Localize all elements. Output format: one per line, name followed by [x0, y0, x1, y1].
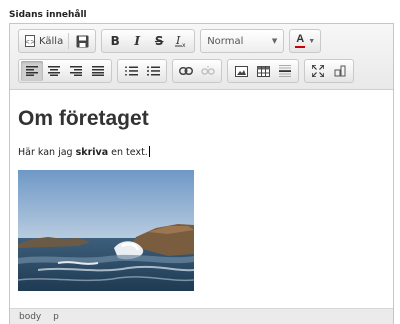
align-center-icon: [48, 66, 60, 76]
element-path-item[interactable]: p: [53, 312, 59, 322]
table-icon: [256, 65, 270, 77]
text-color-button[interactable]: A ▼: [292, 31, 318, 51]
toolbar-group-tools: [304, 59, 354, 83]
content-paragraph[interactable]: Här kan jag skriva en text.: [18, 146, 150, 158]
table-button[interactable]: [252, 61, 274, 81]
toolbar-group-insert: [227, 59, 299, 83]
align-right-icon: [70, 66, 82, 76]
toolbar-group-basic-styles: B I S Ix: [101, 29, 196, 53]
chevron-down-icon: ▼: [308, 37, 316, 45]
separator: [68, 33, 70, 49]
bulleted-list-button[interactable]: [142, 61, 164, 81]
show-blocks-icon: [334, 65, 346, 77]
remove-format-button[interactable]: Ix: [170, 31, 192, 51]
paragraph-text-end: en text.: [108, 147, 148, 158]
bold-icon: B: [110, 34, 120, 48]
element-path-bar: body p: [10, 308, 393, 324]
format-dropdown[interactable]: Normal ▼: [200, 29, 285, 53]
numbered-list-icon: [124, 66, 138, 76]
field-label: Sidans innehåll: [9, 10, 87, 20]
paragraph-bold-text: skriva: [75, 147, 109, 158]
show-blocks-button[interactable]: [329, 61, 351, 81]
align-center-button[interactable]: [43, 61, 65, 81]
strikethrough-button[interactable]: S: [148, 31, 170, 51]
align-left-button[interactable]: [21, 61, 43, 81]
chevron-down-icon: ▼: [271, 37, 278, 45]
editor-content[interactable]: Om företaget Här kan jag skriva en text.: [10, 90, 393, 309]
source-button[interactable]: <> Källa: [21, 31, 66, 51]
maximize-icon: [312, 65, 324, 77]
text-cursor: [148, 146, 150, 157]
bulleted-list-icon: [146, 66, 160, 76]
toolbar-group-document: <> Källa: [18, 29, 97, 53]
element-path-item[interactable]: body: [19, 312, 41, 322]
unlink-icon: [201, 66, 215, 76]
justify-button[interactable]: [87, 61, 109, 81]
horizontal-line-icon: [279, 65, 291, 77]
toolbar-group-colors: A ▼: [289, 29, 322, 53]
toolbar-row-1: <> Källa B I S Ix Normal ▼ A ▼: [18, 29, 326, 53]
toolbar-group-align: [18, 59, 112, 83]
remove-format-icon: Ix: [174, 34, 188, 48]
bold-button[interactable]: B: [104, 31, 126, 51]
rich-text-editor: <> Källa B I S Ix Normal ▼ A ▼ Om företa…: [9, 23, 394, 324]
editor-toolbar: <> Källa B I S Ix Normal ▼ A ▼: [10, 24, 393, 90]
source-icon: <>: [24, 35, 36, 47]
text-color-icon: A: [295, 34, 306, 48]
svg-text:x: x: [182, 42, 186, 48]
content-image[interactable]: [18, 170, 194, 291]
toolbar-group-lists: [117, 59, 167, 83]
italic-button[interactable]: I: [126, 31, 148, 51]
source-label: Källa: [39, 35, 64, 47]
toolbar-row-2: [18, 59, 359, 83]
justify-icon: [92, 66, 104, 76]
toolbar-group-links: [172, 59, 222, 83]
svg-text:<>: <>: [24, 38, 36, 46]
link-button[interactable]: [175, 61, 197, 81]
paragraph-text-start: Här kan jag: [18, 147, 76, 158]
content-heading[interactable]: Om företaget: [18, 107, 149, 131]
horizontal-line-button[interactable]: [274, 61, 296, 81]
strikethrough-icon: S: [154, 34, 164, 48]
svg-text:I: I: [175, 34, 181, 47]
align-right-button[interactable]: [65, 61, 87, 81]
italic-icon: I: [134, 34, 141, 48]
save-button[interactable]: [71, 31, 93, 51]
format-dropdown-value: Normal: [207, 35, 244, 47]
link-icon: [179, 67, 193, 75]
maximize-button[interactable]: [307, 61, 329, 81]
numbered-list-button[interactable]: [120, 61, 142, 81]
unlink-button[interactable]: [197, 61, 219, 81]
save-icon: [76, 35, 89, 48]
align-left-icon: [26, 66, 38, 76]
image-button[interactable]: [230, 61, 252, 81]
image-icon: [234, 65, 248, 77]
